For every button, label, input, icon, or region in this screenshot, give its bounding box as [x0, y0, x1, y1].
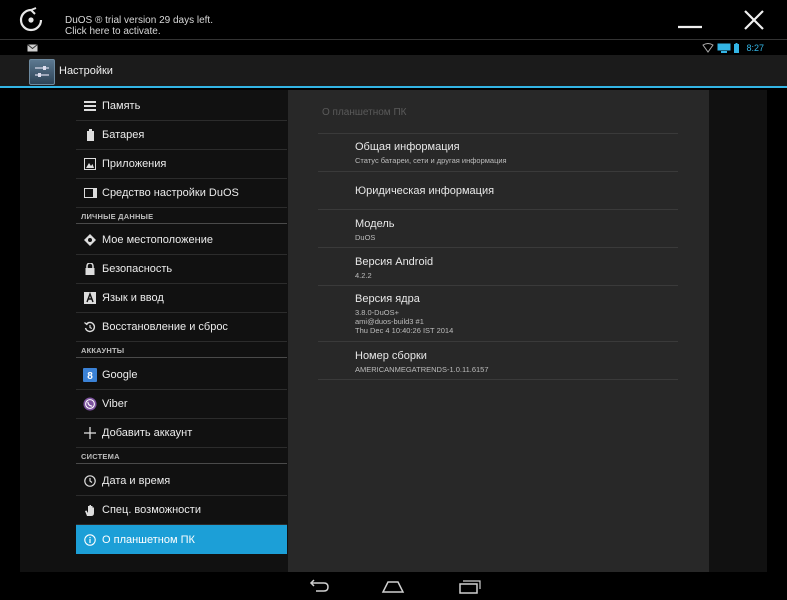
- clock-time: 8:27: [746, 43, 764, 53]
- backup-icon: [83, 320, 97, 334]
- item-summary-line: ami@duos-build3 #1: [355, 317, 424, 326]
- item-title: Модель: [355, 218, 395, 230]
- section-header-system: СИСТЕМА: [76, 449, 287, 464]
- sidebar-item-viber[interactable]: Viber: [76, 390, 287, 419]
- section-header-label: СИСТЕМА: [81, 452, 120, 461]
- duos-tool-icon: [83, 186, 97, 200]
- svg-text:8: 8: [87, 371, 93, 382]
- screen-icon: [717, 43, 731, 53]
- battery-icon: [83, 128, 97, 142]
- sidebar-item-label: Добавить аккаунт: [102, 427, 193, 439]
- info-icon: [83, 533, 97, 547]
- sidebar-item-label: Viber: [102, 398, 128, 410]
- sidebar-item-backup[interactable]: Восстановление и сброс: [76, 313, 287, 342]
- sidebar-item-label: Батарея: [102, 129, 145, 141]
- google-icon: 8: [83, 368, 97, 382]
- sidebar-item-date-time[interactable]: Дата и время: [76, 467, 287, 496]
- section-header-label: ЛИЧНЫЕ ДАННЫЕ: [81, 212, 154, 221]
- sidebar-item-security[interactable]: Безопасность: [76, 255, 287, 284]
- item-title: Версия ядра: [355, 293, 420, 305]
- item-summary-line: Thu Dec 4 10:40:26 IST 2014: [355, 326, 454, 335]
- sidebar-item-storage[interactable]: Память: [76, 92, 287, 121]
- sidebar-item-label: О планшетном ПК: [102, 533, 195, 546]
- hand-icon: [83, 503, 97, 517]
- sidebar-item-label: Безопасность: [102, 263, 173, 275]
- sidebar-item-label: Память: [102, 100, 141, 112]
- sidebar-item-about-tablet[interactable]: О планшетном ПК: [76, 525, 287, 554]
- apps-icon: [83, 157, 97, 171]
- android-version-item[interactable]: Версия Android 4.2.2: [318, 248, 678, 286]
- item-summary-line: 3.8.0-DuOS+: [355, 308, 399, 317]
- activate-link[interactable]: Click here to activate.: [65, 26, 213, 37]
- panel-title: О планшетном ПК: [322, 107, 407, 118]
- build-number-item[interactable]: Номер сборки AMERICANMEGATRENDS-1.0.11.6…: [318, 342, 678, 380]
- sidebar-item-label: Приложения: [102, 158, 167, 170]
- lock-icon: [83, 262, 97, 276]
- recent-apps-button[interactable]: [456, 578, 482, 594]
- action-bar: Настройки: [0, 55, 787, 88]
- settings-app-icon[interactable]: [29, 59, 55, 85]
- item-title: Юридическая информация: [355, 185, 495, 197]
- back-button[interactable]: [306, 578, 332, 594]
- storage-icon: [83, 99, 97, 113]
- clock-icon: [83, 474, 97, 488]
- sidebar-item-label: Дата и время: [102, 475, 171, 487]
- sidebar-item-label: Мое местоположение: [102, 234, 213, 246]
- duos-logo-icon: [19, 7, 43, 32]
- language-icon: [83, 291, 97, 305]
- about-tablet-panel: О планшетном ПК Общая информация Статус …: [288, 90, 709, 572]
- general-info-item[interactable]: Общая информация Статус батареи, сети и …: [318, 134, 678, 172]
- sidebar-item-language[interactable]: Язык и ввод: [76, 284, 287, 313]
- kernel-version-item[interactable]: Версия ядра 3.8.0-DuOS+ ami@duos-build3 …: [318, 286, 678, 342]
- legal-info-item[interactable]: Юридическая информация: [318, 172, 678, 210]
- status-bar: 8:27: [0, 41, 787, 55]
- minimize-button[interactable]: [677, 8, 703, 32]
- wifi-icon: [702, 43, 715, 53]
- settings-content: Память Батарея Приложения Средство настр…: [20, 90, 767, 572]
- page-title: Настройки: [59, 65, 113, 77]
- navigation-bar: [0, 572, 787, 600]
- sidebar-item-google[interactable]: 8 Google: [76, 361, 287, 390]
- item-summary: Статус батареи, сети и другая информация: [355, 156, 507, 165]
- item-title: Версия Android: [355, 256, 434, 268]
- sidebar-item-apps[interactable]: Приложения: [76, 150, 287, 179]
- battery-status-icon: [734, 43, 740, 53]
- model-item[interactable]: Модель DuOS: [318, 210, 678, 248]
- section-header-label: АККАУНТЫ: [81, 346, 125, 355]
- home-button[interactable]: [380, 578, 406, 594]
- sidebar-item-accessibility[interactable]: Спец. возможности: [76, 496, 287, 525]
- sidebar-item-label: Средство настройки DuOS: [102, 187, 239, 199]
- sidebar-item-add-account[interactable]: Добавить аккаунт: [76, 419, 287, 448]
- sidebar-item-label: Восстановление и сброс: [102, 321, 228, 333]
- trial-days-text: DuOS ® trial version 29 days left.: [65, 15, 213, 26]
- trial-message[interactable]: DuOS ® trial version 29 days left. Click…: [65, 15, 213, 37]
- viber-icon: [83, 397, 97, 411]
- item-title: Номер сборки: [355, 350, 427, 362]
- status-icons: 8:27: [702, 41, 764, 55]
- sidebar-item-label: Спец. возможности: [102, 504, 201, 516]
- add-icon: [83, 426, 97, 440]
- section-header-accounts: АККАУНТЫ: [76, 343, 287, 358]
- close-button[interactable]: [742, 8, 766, 32]
- sidebar-item-battery[interactable]: Батарея: [76, 121, 287, 150]
- duos-trial-banner[interactable]: DuOS ® trial version 29 days left. Click…: [0, 0, 787, 40]
- sidebar-item-duos-tool[interactable]: Средство настройки DuOS: [76, 179, 287, 208]
- location-icon: [83, 233, 97, 247]
- gmail-notification-icon[interactable]: [27, 44, 38, 52]
- sidebar-item-location[interactable]: Мое местоположение: [76, 226, 287, 255]
- item-summary: DuOS: [355, 233, 376, 242]
- item-summary: 4.2.2: [355, 271, 372, 280]
- sliders-icon: [35, 66, 49, 77]
- settings-sidebar: Память Батарея Приложения Средство настр…: [76, 90, 287, 572]
- sidebar-item-label: Язык и ввод: [102, 292, 164, 304]
- item-summary: AMERICANMEGATRENDS-1.0.11.6157: [355, 365, 489, 374]
- item-title: Общая информация: [355, 141, 460, 153]
- sidebar-item-label: Google: [102, 369, 138, 381]
- section-header-personal: ЛИЧНЫЕ ДАННЫЕ: [76, 209, 287, 224]
